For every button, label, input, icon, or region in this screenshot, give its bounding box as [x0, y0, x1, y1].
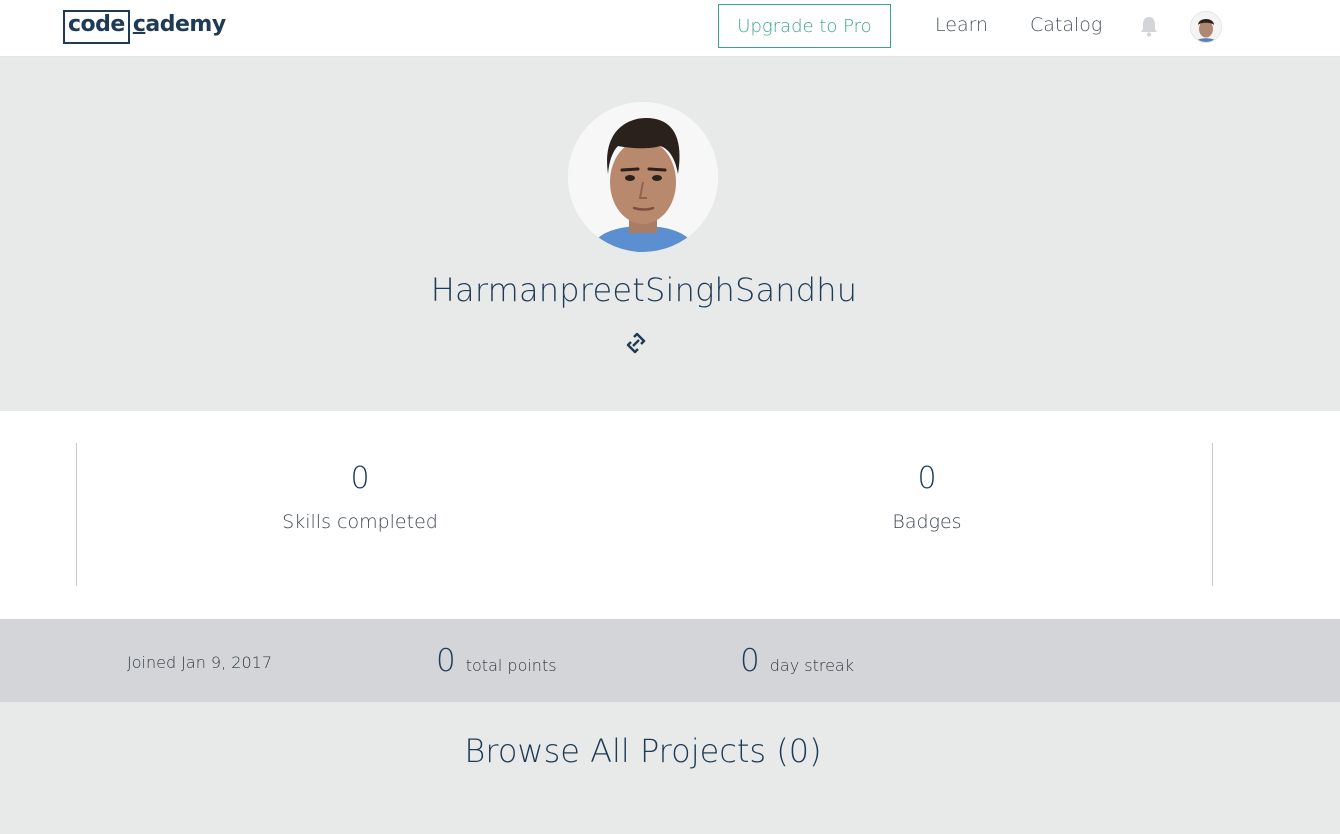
- day-streak: 0 day streak: [740, 643, 854, 679]
- bell-icon[interactable]: [1138, 15, 1160, 39]
- top-navigation-bar: code cademy Upgrade to Pro Learn Catalog: [0, 0, 1340, 57]
- badges-count: 0: [917, 461, 937, 496]
- profile-avatar-image: [568, 102, 718, 252]
- upgrade-to-pro-button[interactable]: Upgrade to Pro: [718, 4, 891, 48]
- projects-section: Browse All Projects (0): [0, 702, 1340, 834]
- total-points-value: 0: [436, 643, 456, 679]
- skills-label: Skills completed: [282, 511, 438, 533]
- day-streak-label: day streak: [769, 656, 854, 675]
- profile-username: HarmanpreetSinghSandhu: [430, 271, 858, 309]
- link-icon[interactable]: [625, 332, 647, 354]
- total-points-label: total points: [465, 656, 557, 675]
- profile-meta-strip: Joined Jan 9, 2017 0 total points 0 day …: [0, 619, 1340, 702]
- logo-underlined-letter: c: [132, 12, 146, 37]
- user-avatar[interactable]: [1190, 11, 1222, 43]
- joined-date: Joined Jan 9, 2017: [127, 653, 272, 672]
- skills-count: 0: [350, 461, 370, 496]
- badges-stat[interactable]: 0 Badges: [727, 461, 1127, 533]
- skills-completed-stat[interactable]: 0 Skills completed: [160, 461, 560, 533]
- avatar-image: [1191, 12, 1221, 42]
- total-points: 0 total points: [436, 643, 557, 679]
- profile-photo: [568, 102, 718, 252]
- logo-code-box: code: [63, 10, 130, 44]
- codecademy-logo[interactable]: code cademy: [63, 10, 226, 44]
- logo-rest-text: ademy: [145, 12, 226, 37]
- day-streak-value: 0: [740, 643, 760, 679]
- logo-rest: cademy: [130, 10, 226, 44]
- browse-projects-heading[interactable]: Browse All Projects (0): [0, 732, 1286, 770]
- nav-learn-link[interactable]: Learn: [935, 14, 988, 36]
- badges-label: Badges: [892, 511, 962, 533]
- achievements-stats: 0 Skills completed 0 Badges: [0, 411, 1340, 619]
- profile-header: HarmanpreetSinghSandhu: [0, 57, 1340, 411]
- nav-catalog-link[interactable]: Catalog: [1030, 14, 1102, 36]
